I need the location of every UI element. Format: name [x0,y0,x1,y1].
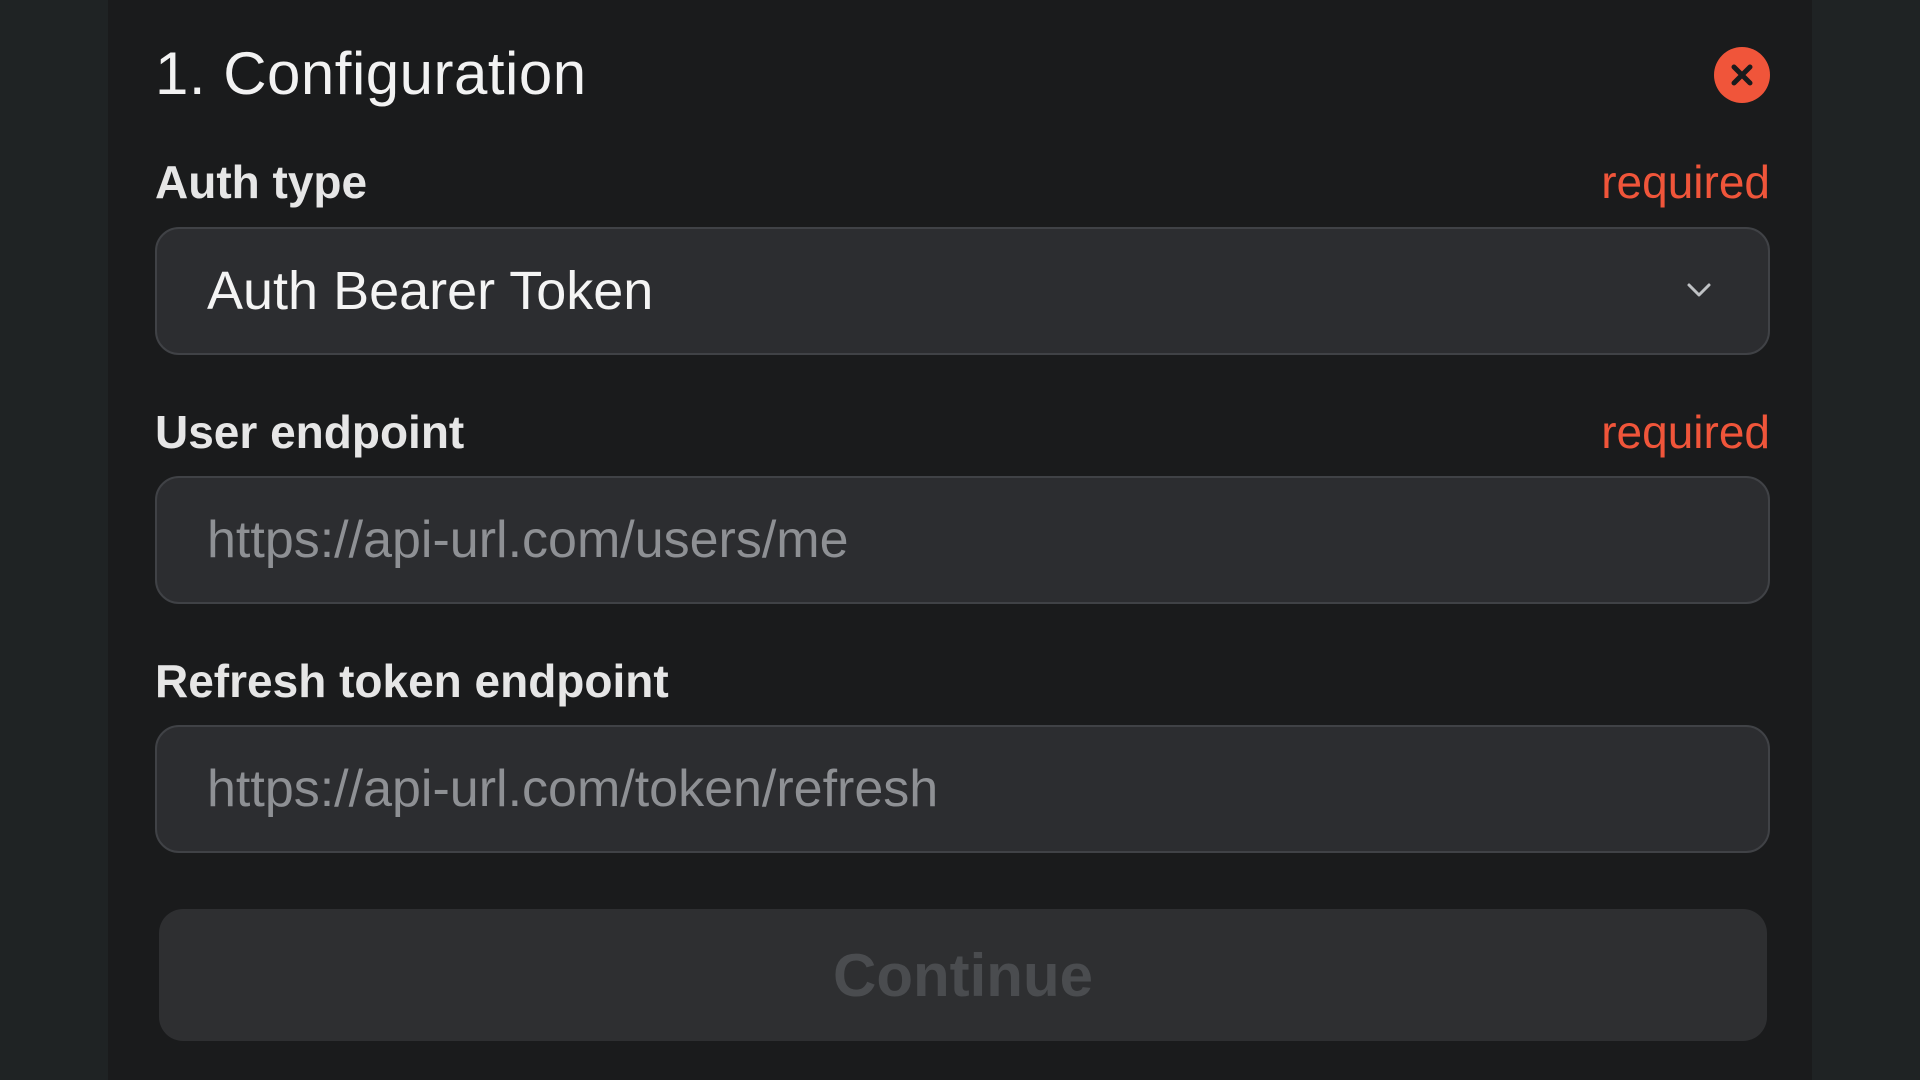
auth-type-select[interactable]: Auth Bearer Token [155,227,1770,355]
close-button[interactable] [1714,47,1770,103]
continue-button[interactable]: Continue [159,909,1767,1041]
auth-type-required-badge: required [1601,156,1770,208]
panel-header: 1. Configuration [155,38,1770,110]
configuration-panel: 1. Configuration Auth type required Auth… [108,0,1812,1080]
user-endpoint-input[interactable] [157,478,1768,602]
auth-type-label: Auth type [155,156,368,208]
page: 1. Configuration Auth type required Auth… [0,0,1920,1080]
refresh-endpoint-input[interactable] [157,727,1768,851]
refresh-endpoint-field[interactable] [155,725,1770,853]
chevron-down-icon [1687,283,1711,297]
refresh-endpoint-label-row: Refresh token endpoint [155,651,1770,711]
close-icon [1731,64,1753,86]
refresh-endpoint-label: Refresh token endpoint [155,655,669,707]
user-endpoint-required-badge: required [1601,406,1770,458]
user-endpoint-label: User endpoint [155,406,465,458]
section-title: 1. Configuration [155,40,587,107]
user-endpoint-field[interactable] [155,476,1770,604]
auth-type-label-row: Auth type required [155,152,1770,212]
user-endpoint-label-row: User endpoint required [155,402,1770,462]
auth-type-selected-value: Auth Bearer Token [207,261,654,321]
